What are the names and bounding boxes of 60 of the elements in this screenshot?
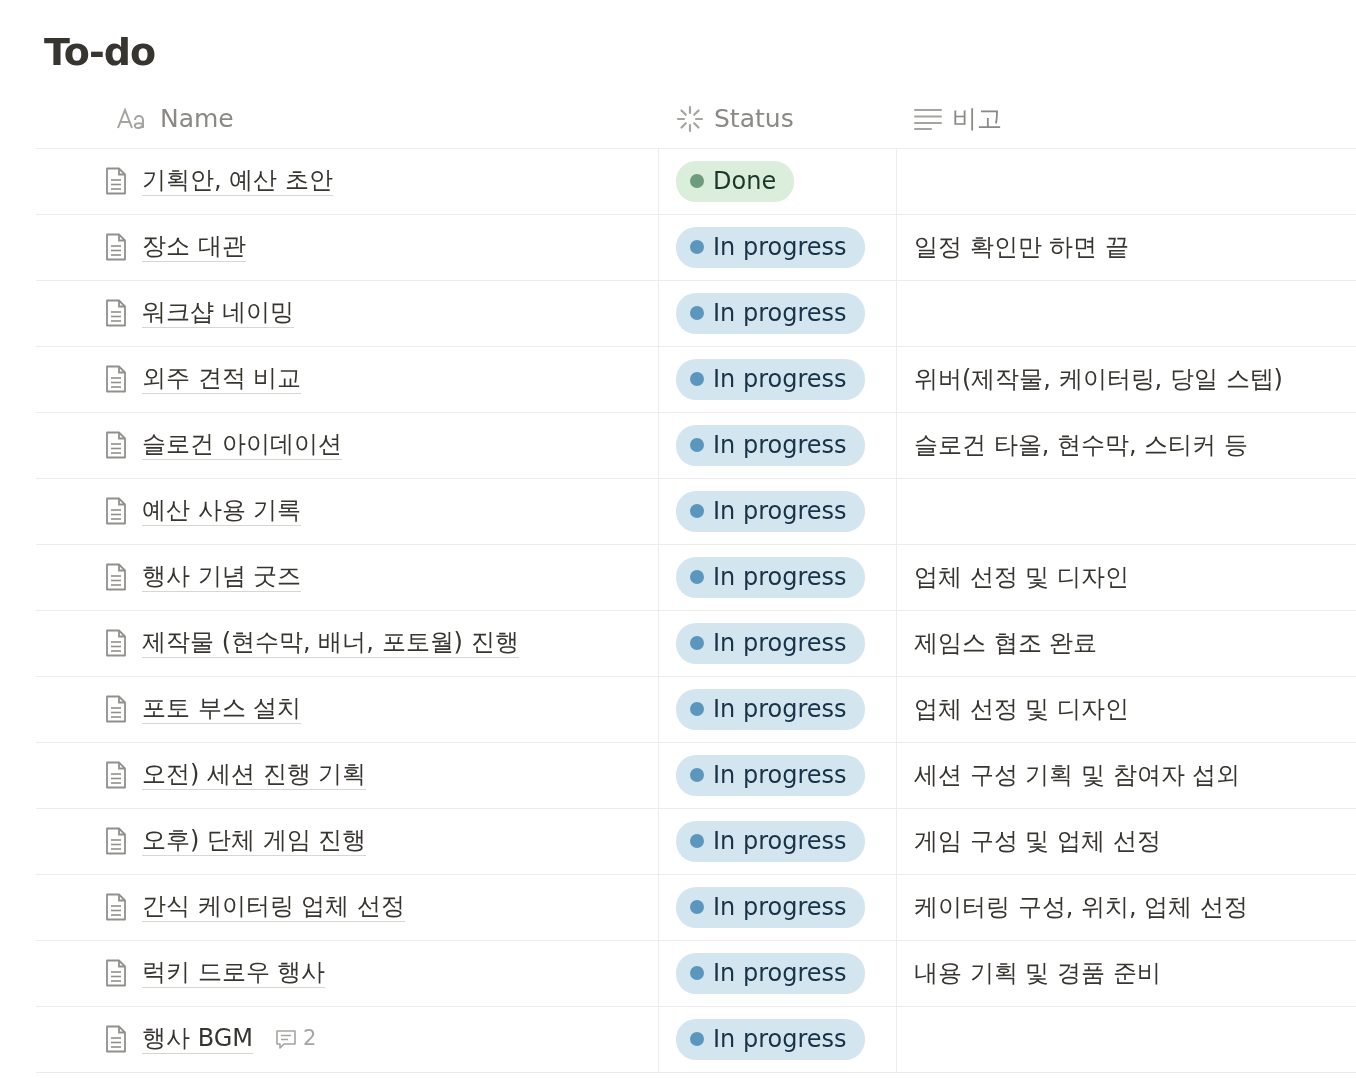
note-text: 내용 기획 및 경품 준비 (914, 958, 1161, 990)
loading-icon (676, 104, 704, 133)
column-header: Status (714, 102, 794, 135)
document-icon (104, 497, 128, 526)
status-tag: In progress (676, 952, 865, 994)
status-tag: In progress (676, 754, 865, 796)
note-text: 슬로건 타올, 현수막, 스티커 등 (914, 430, 1248, 462)
document-icon (104, 1025, 128, 1054)
status-tag: In progress (676, 556, 865, 598)
status-tag: Done (676, 160, 795, 202)
page-link[interactable]: 포토 부스 설치 (142, 694, 302, 724)
page-link[interactable]: 간식 케이터링 업체 선정 (142, 892, 405, 922)
document-icon (104, 167, 128, 196)
status-tag: In progress (676, 358, 865, 400)
note-text: 세션 구성 기획 및 참여자 섭외 (914, 760, 1241, 792)
document-icon (104, 629, 128, 658)
page-link[interactable]: 럭키 드로우 행사 (142, 958, 326, 988)
document-icon (104, 959, 128, 988)
page-link[interactable]: 오후) 단체 게임 진행 (142, 826, 367, 856)
page-link[interactable]: 오전) 세션 진행 기획 (142, 760, 367, 790)
page-link[interactable]: 제작물 (현수막, 배너, 포토월) 진행 (142, 628, 519, 658)
page-title: To-do (44, 30, 157, 76)
page-link[interactable]: 행사 BGM (142, 1024, 253, 1054)
note-text: 업체 선정 및 디자인 (914, 694, 1129, 726)
page-link[interactable]: 행사 기념 굿즈 (142, 562, 302, 592)
document-icon (104, 761, 128, 790)
column-header: 비고 (952, 102, 1002, 135)
note-text: 일정 확인만 하면 끝 (914, 232, 1129, 264)
note-text: 게임 구성 및 업체 선정 (914, 826, 1161, 858)
status-tag: In progress (676, 1018, 865, 1060)
note-text: 케이터링 구성, 위치, 업체 선정 (914, 892, 1248, 924)
status-tag: In progress (676, 490, 865, 532)
page-link[interactable]: 예산 사용 기록 (142, 496, 302, 526)
page-link[interactable]: 장소 대관 (142, 232, 246, 262)
document-icon (104, 365, 128, 394)
document-icon (104, 233, 128, 262)
document-icon (104, 431, 128, 460)
document-icon (104, 695, 128, 724)
status-tag: In progress (676, 820, 865, 862)
comment-count: 2 (303, 1025, 317, 1053)
status-tag: In progress (676, 622, 865, 664)
note-text: 업체 선정 및 디자인 (914, 562, 1129, 594)
status-tag: In progress (676, 886, 865, 928)
comment-icon (275, 1028, 297, 1050)
note-text: 제임스 협조 완료 (914, 628, 1098, 660)
page-link[interactable]: 외주 견적 비교 (142, 364, 302, 394)
status-tag: In progress (676, 688, 865, 730)
page-link[interactable]: 워크샵 네이밍 (142, 298, 294, 328)
page-link[interactable]: 기획안, 예산 초안 (142, 166, 333, 196)
status-tag: In progress (676, 226, 865, 268)
document-icon (104, 893, 128, 922)
note-text: 위버(제작물, 케이터링, 당일 스텝) (914, 364, 1283, 396)
column-header: Name (160, 102, 234, 135)
status-tag: In progress (676, 292, 865, 334)
document-icon (104, 299, 128, 328)
document-icon (104, 827, 128, 856)
page-link[interactable]: 슬로건 아이데이션 (142, 430, 342, 460)
document-icon (104, 563, 128, 592)
status-tag: In progress (676, 424, 865, 466)
text-lines-icon (914, 106, 942, 131)
